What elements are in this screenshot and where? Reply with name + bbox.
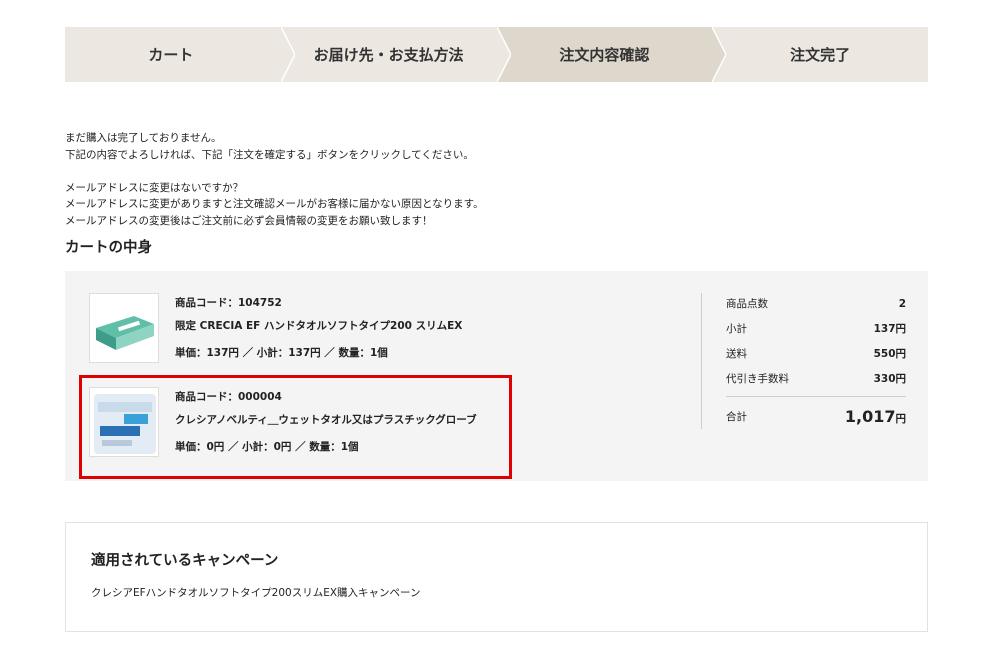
summary-value: 2 <box>898 297 906 310</box>
summary-value: 137円 <box>873 323 906 335</box>
step-chevron-icon <box>712 27 727 82</box>
summary-value: 330円 <box>873 373 906 385</box>
notice-line: メールアドレスに変更がありますと注文確認メールがお客様に届かない原因となります。 <box>65 198 484 210</box>
item-name: 限定 CRECIA EF ハンドタオルソフトタイプ200 スリムEX <box>175 320 463 332</box>
total-amount: 1,017 <box>844 407 896 426</box>
total-value: 1,017円 <box>845 407 906 426</box>
summary-row-count: 商品点数 2 <box>726 291 906 316</box>
summary-row-total: 合計 1,017円 <box>726 407 906 426</box>
step-delivery-payment: お届け先・お支払方法 <box>281 27 511 82</box>
step-cart: カート <box>65 27 295 82</box>
towel-box-icon <box>90 294 158 362</box>
campaign-title: 適用されているキャンペーン <box>91 553 279 569</box>
notice-line: メールアドレスの変更後はご注文前に必ず会員情報の変更をお願い致します！ <box>65 214 433 227</box>
step-label: 注文内容確認 <box>559 46 650 64</box>
product-image <box>89 293 159 363</box>
cart-contents-title: カートの中身 <box>65 240 152 256</box>
applied-campaign: 適用されているキャンペーン クレシアEFハンドタオルソフトタイプ200スリムEX… <box>65 522 928 632</box>
summary-label: 小計 <box>726 323 747 335</box>
step-order-confirm: 注文内容確認 <box>496 27 727 82</box>
step-label: お届け先・お支払方法 <box>313 46 464 64</box>
total-unit: 円 <box>895 413 907 425</box>
total-label: 合計 <box>726 411 747 423</box>
summary-value: 550円 <box>873 348 906 360</box>
summary-label: 商品点数 <box>726 298 768 310</box>
summary-label: 代引き手数料 <box>726 373 789 385</box>
order-notice: まだ購入は完了しておりません。 下記の内容でよろしければ、下記「注文を確定する」… <box>65 130 484 229</box>
step-order-complete: 注文完了 <box>712 27 928 82</box>
step-label: カート <box>148 46 194 64</box>
highlight-box <box>79 375 512 479</box>
summary-row-shipping: 送料 550円 <box>726 341 906 366</box>
notice-line: 下記の内容でよろしければ、下記「注文を確定する」ボタンをクリックしてください。 <box>65 148 474 161</box>
step-chevron-icon <box>496 27 511 82</box>
step-label: 注文完了 <box>790 46 851 64</box>
step-chevron-icon <box>280 27 295 82</box>
summary-row-cod-fee: 代引き手数料 330円 <box>726 366 906 391</box>
summary-row-subtotal: 小計 137円 <box>726 316 906 341</box>
summary-divider <box>701 293 702 429</box>
cart-item: 商品コード：104752 限定 CRECIA EF ハンドタオルソフトタイプ20… <box>89 293 509 363</box>
checkout-steps: カート お届け先・お支払方法 注文内容確認 注文完了 <box>65 27 928 82</box>
summary-label: 送料 <box>726 348 747 360</box>
notice-line: メールアドレスに変更はないですか？ <box>65 181 244 194</box>
campaign-name: クレシアEFハンドタオルソフトタイプ200スリムEX購入キャンペーン <box>91 587 421 599</box>
item-price: 単価：137円 ／ 小計：137円 ／ 数量：1個 <box>175 347 388 359</box>
item-code: 商品コード：104752 <box>175 297 282 309</box>
summary-separator <box>726 396 906 397</box>
notice-line: まだ購入は完了しておりません。 <box>65 132 222 144</box>
order-summary: 商品点数 2 小計 137円 送料 550円 代引き手数料 330円 合計 1,… <box>726 291 906 426</box>
